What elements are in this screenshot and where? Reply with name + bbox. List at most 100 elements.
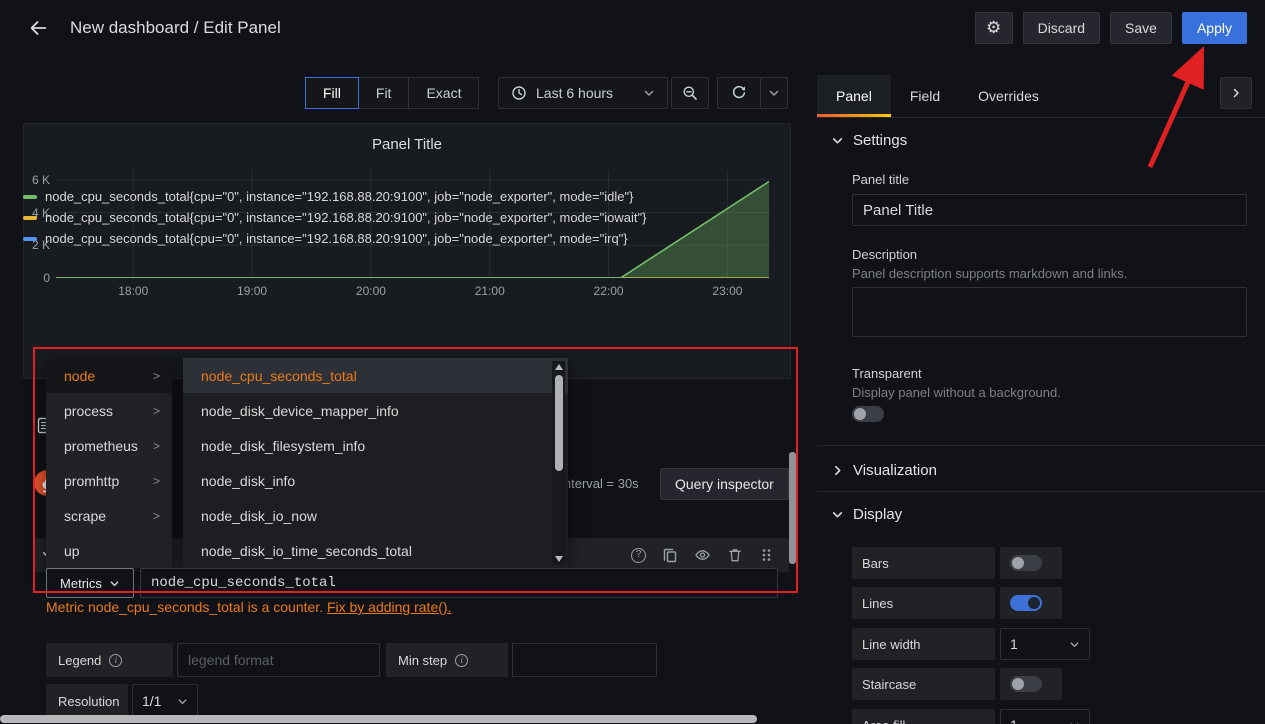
metric-option[interactable]: node_disk_io_time_seconds_total <box>183 533 568 568</box>
display-section-header[interactable]: Display <box>831 506 902 523</box>
metric-category-menu: node> process> prometheus> promhttp> scr… <box>46 358 172 568</box>
line-width-select[interactable]: 1 <box>1000 628 1090 660</box>
min-step-label: Min step i <box>386 643 508 677</box>
category-promhttp[interactable]: promhttp> <box>46 463 172 498</box>
sidebar-collapse-button[interactable] <box>1220 77 1252 109</box>
apply-button[interactable]: Apply <box>1182 12 1247 44</box>
metrics-button-label: Metrics <box>60 576 102 591</box>
min-step-input[interactable] <box>512 643 657 677</box>
legend-swatch[interactable] <box>23 195 37 199</box>
settings-section-header[interactable]: Settings <box>831 132 907 149</box>
info-icon: i <box>109 654 122 667</box>
refresh-interval-dropdown[interactable] <box>760 77 788 109</box>
legend-format-input[interactable] <box>177 643 380 677</box>
resolution-select[interactable]: 1/1 <box>132 684 198 718</box>
panel-title-input[interactable] <box>852 194 1247 226</box>
metric-option[interactable]: node_disk_device_mapper_info <box>183 393 568 428</box>
drag-handle-icon[interactable] <box>759 547 773 563</box>
clock-icon <box>511 85 527 101</box>
dashboard-settings-button[interactable]: ⚙ <box>975 12 1013 44</box>
metrics-dropdown-button[interactable]: Metrics <box>46 568 134 598</box>
submenu-arrow-icon: > <box>153 404 160 418</box>
display-option-line-width: Line width 1 <box>852 628 1252 660</box>
horizontal-scrollbar[interactable] <box>0 715 757 723</box>
panel-title[interactable]: Panel Title <box>24 136 790 153</box>
category-process[interactable]: process> <box>46 393 172 428</box>
category-up[interactable]: up <box>46 533 172 568</box>
zoom-out-button[interactable] <box>671 77 709 109</box>
metric-option[interactable]: node_disk_io_now <box>183 498 568 533</box>
tab-overrides[interactable]: Overrides <box>959 75 1058 117</box>
tab-field[interactable]: Field <box>891 75 959 117</box>
display-option-bars: Bars <box>852 547 1252 579</box>
display-option-staircase: Staircase <box>852 668 1252 700</box>
metric-option[interactable]: node_cpu_seconds_total <box>183 358 568 393</box>
trash-icon[interactable] <box>727 547 743 563</box>
legend-swatch[interactable] <box>23 237 37 241</box>
option-label: Area fill <box>852 709 995 724</box>
legend-label[interactable]: node_cpu_seconds_total{cpu="0", instance… <box>45 210 646 225</box>
refresh-button[interactable] <box>717 77 761 109</box>
help-icon[interactable]: ? <box>631 548 646 563</box>
display-option-lines: Lines <box>852 587 1252 619</box>
description-label: Description <box>852 247 917 262</box>
scroll-up-icon[interactable] <box>552 361 565 373</box>
discard-button[interactable]: Discard <box>1023 12 1100 44</box>
chevron-down-icon <box>1069 720 1080 724</box>
fit-mode-fit[interactable]: Fit <box>358 77 410 109</box>
submenu-arrow-icon: > <box>153 474 160 488</box>
category-node[interactable]: node> <box>46 358 172 393</box>
legend-item: node_cpu_seconds_total{cpu="0", instance… <box>23 207 646 228</box>
chevron-down-icon <box>768 87 780 99</box>
y-tick-label: 0 <box>24 271 50 285</box>
zoom-out-icon <box>682 85 698 101</box>
visualization-section-header[interactable]: Visualization <box>831 462 937 479</box>
description-textarea[interactable] <box>852 287 1247 337</box>
display-option-area-fill: Area fill 1 <box>852 709 1252 724</box>
chart-legend: node_cpu_seconds_total{cpu="0", instance… <box>23 186 646 249</box>
lines-toggle[interactable] <box>1000 587 1062 619</box>
metric-option[interactable]: node_disk_info <box>183 463 568 498</box>
page-title: New dashboard / Edit Panel <box>70 18 281 38</box>
chevron-down-icon <box>831 508 844 521</box>
description-hint: Panel description supports markdown and … <box>852 266 1127 281</box>
x-tick-label: 21:00 <box>465 284 515 298</box>
time-range-picker[interactable]: Last 6 hours <box>498 77 668 109</box>
transparent-toggle[interactable] <box>852 406 884 422</box>
save-button[interactable]: Save <box>1110 12 1172 44</box>
fix-rate-link[interactable]: Fix by adding rate(). <box>327 599 452 615</box>
x-tick-label: 23:00 <box>702 284 752 298</box>
legend-swatch[interactable] <box>23 216 37 220</box>
scroll-down-icon[interactable] <box>552 553 565 565</box>
query-inspector-button[interactable]: Query inspector <box>660 468 789 500</box>
chevron-right-icon <box>1230 87 1242 99</box>
tab-panel[interactable]: Panel <box>817 75 891 117</box>
back-button[interactable] <box>18 8 58 48</box>
y-tick-label: 6 K <box>24 173 50 187</box>
x-tick-label: 19:00 <box>227 284 277 298</box>
back-arrow-icon <box>27 17 49 39</box>
scrollbar-thumb[interactable] <box>555 375 563 471</box>
legend-format-label: Legend i <box>46 643 173 677</box>
staircase-toggle[interactable] <box>1000 668 1062 700</box>
promql-query-input[interactable] <box>140 568 778 598</box>
bars-toggle[interactable] <box>1000 547 1062 579</box>
category-scrape[interactable]: scrape> <box>46 498 172 533</box>
legend-label[interactable]: node_cpu_seconds_total{cpu="0", instance… <box>45 231 628 246</box>
chevron-down-icon <box>109 578 120 589</box>
fit-mode-fill[interactable]: Fill <box>305 77 359 109</box>
metric-list-scrollbar[interactable] <box>552 361 565 565</box>
category-prometheus[interactable]: prometheus> <box>46 428 172 463</box>
fit-mode-exact[interactable]: Exact <box>408 77 479 109</box>
legend-item: node_cpu_seconds_total{cpu="0", instance… <box>23 228 646 249</box>
submenu-arrow-icon: > <box>153 509 160 523</box>
editor-vertical-scrollbar[interactable] <box>789 452 796 564</box>
area-fill-select[interactable]: 1 <box>1000 709 1090 724</box>
chevron-down-icon <box>1069 639 1080 650</box>
eye-icon[interactable] <box>694 547 711 563</box>
duplicate-icon[interactable] <box>662 547 678 563</box>
metric-option[interactable]: node_disk_filesystem_info <box>183 428 568 463</box>
legend-label[interactable]: node_cpu_seconds_total{cpu="0", instance… <box>45 189 633 204</box>
x-tick-label: 20:00 <box>346 284 396 298</box>
option-label: Staircase <box>852 668 995 700</box>
